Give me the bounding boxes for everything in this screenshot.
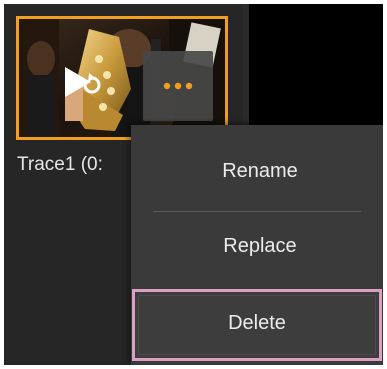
app-window: Trace1 (0: Rename Replace Delete xyxy=(4,4,383,365)
play-icon[interactable] xyxy=(61,63,101,103)
menu-item-label: Delete xyxy=(228,312,286,334)
menu-item-rename[interactable]: Rename xyxy=(131,160,383,183)
clip-name-label: Trace1 (0: xyxy=(17,154,103,175)
more-options-button[interactable] xyxy=(143,51,213,121)
menu-item-label: Rename xyxy=(222,160,298,182)
menu-separator xyxy=(153,211,361,212)
clip-thumbnail[interactable] xyxy=(16,16,228,140)
menu-item-label: Replace xyxy=(223,235,297,257)
more-horizontal-icon xyxy=(163,82,193,90)
context-menu: Rename Replace Delete xyxy=(131,125,383,365)
menu-item-replace[interactable]: Replace xyxy=(131,235,383,258)
menu-item-delete[interactable]: Delete xyxy=(132,289,382,361)
